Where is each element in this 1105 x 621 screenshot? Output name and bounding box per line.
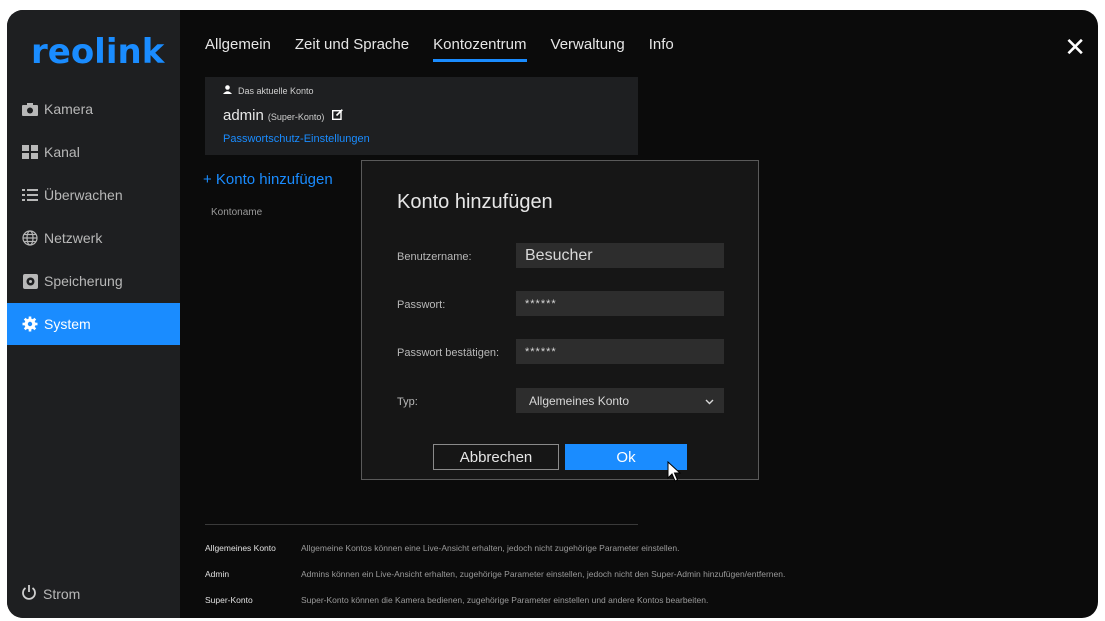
storage-icon — [21, 272, 39, 290]
confirm-password-label: Passwort bestätigen: — [397, 347, 500, 359]
grid-icon — [21, 143, 39, 161]
legend-divider — [205, 524, 638, 525]
tab-info[interactable]: Info — [649, 36, 674, 62]
legend-row: Admin Admins können ein Live-Ansicht erha… — [205, 569, 785, 579]
chevron-down-icon — [705, 394, 714, 408]
legend-text: Super-Konto können die Kamera bedienen, … — [301, 595, 709, 605]
power-button[interactable]: Strom — [21, 584, 80, 604]
reolink-logo: reolink — [31, 32, 165, 72]
legend-text: Allgemeine Kontos können eine Live-Ansic… — [301, 543, 680, 553]
password-label: Passwort: — [397, 299, 446, 311]
account-name-row: admin (Super-Konto) — [223, 107, 344, 124]
globe-icon — [21, 229, 39, 247]
tab-zeit-und-sprache[interactable]: Zeit und Sprache — [295, 36, 409, 62]
add-account-dialog: Konto hinzufügen Benutzername: Besucher … — [361, 160, 759, 480]
sidebar-item-kanal[interactable]: Kanal — [7, 131, 180, 173]
power-label: Strom — [43, 586, 81, 602]
tab-kontozentrum[interactable]: Kontozentrum — [433, 36, 527, 62]
mouse-pointer-icon — [667, 460, 682, 488]
sidebar-item-label: Netzwerk — [44, 230, 103, 246]
account-role: (Super-Konto) — [267, 112, 325, 122]
type-select-value: Allgemeines Konto — [529, 393, 630, 408]
username-label: Benutzername: — [397, 251, 472, 263]
sidebar-item-label: Speicherung — [44, 273, 123, 289]
sidebar: reolink Kamera Kanal Überwachen Netzwerk — [7, 10, 180, 618]
user-icon — [223, 85, 232, 96]
sidebar-item-system[interactable]: System — [7, 303, 180, 345]
password-protection-link[interactable]: Passwortschutz-Einstellungen — [223, 133, 370, 145]
sidebar-item-label: Überwachen — [44, 187, 123, 203]
sidebar-item-label: Kanal — [44, 144, 80, 160]
sidebar-item-netzwerk[interactable]: Netzwerk — [7, 217, 180, 259]
type-label: Typ: — [397, 396, 418, 408]
power-icon — [21, 584, 37, 604]
column-header-account-name: Kontoname — [211, 207, 263, 218]
tab-allgemein[interactable]: Allgemein — [205, 36, 271, 62]
current-account-panel: Das aktuelle Konto admin (Super-Konto) P… — [205, 77, 638, 155]
sidebar-item-label: Kamera — [44, 101, 94, 117]
legend-row: Super-Konto Super-Konto können die Kamera… — [205, 595, 708, 605]
app-window: reolink Kamera Kanal Überwachen Netzwerk — [7, 10, 1098, 618]
legend-row: Allgemeines Konto Allgemeine Kontos könne… — [205, 543, 679, 553]
gear-icon — [21, 315, 39, 333]
tab-verwaltung[interactable]: Verwaltung — [551, 36, 625, 62]
add-account-button[interactable]: + Konto hinzufügen — [203, 171, 333, 188]
confirm-password-field[interactable]: ****** — [516, 339, 724, 364]
sidebar-item-kamera[interactable]: Kamera — [7, 88, 180, 130]
legend-text: Admins können ein Live-Ansicht erhalten,… — [301, 569, 786, 579]
legend-key: Admin — [205, 569, 230, 579]
sidebar-item-label: System — [44, 316, 91, 332]
account-name: admin — [223, 107, 264, 124]
dialog-title: Konto hinzufügen — [397, 191, 553, 213]
settings-tabs: Allgemein Zeit und Sprache Kontozentrum … — [205, 36, 698, 62]
username-field[interactable]: Besucher — [516, 243, 724, 268]
sidebar-item-speicherung[interactable]: Speicherung — [7, 260, 180, 302]
edit-icon[interactable] — [332, 107, 344, 124]
sidebar-item-ueberwachen[interactable]: Überwachen — [7, 174, 180, 216]
legend-key: Allgemeines Konto — [205, 543, 276, 553]
camera-icon — [21, 100, 39, 118]
close-icon[interactable]: ✕ — [1064, 34, 1086, 60]
type-select[interactable]: Allgemeines Konto — [516, 388, 724, 413]
legend-key: Super-Konto — [205, 595, 253, 605]
cancel-button[interactable]: Abbrechen — [433, 444, 559, 470]
password-field[interactable]: ****** — [516, 291, 724, 316]
current-account-label: Das aktuelle Konto — [223, 85, 314, 96]
list-icon — [21, 186, 39, 204]
current-account-caption: Das aktuelle Konto — [238, 85, 314, 96]
